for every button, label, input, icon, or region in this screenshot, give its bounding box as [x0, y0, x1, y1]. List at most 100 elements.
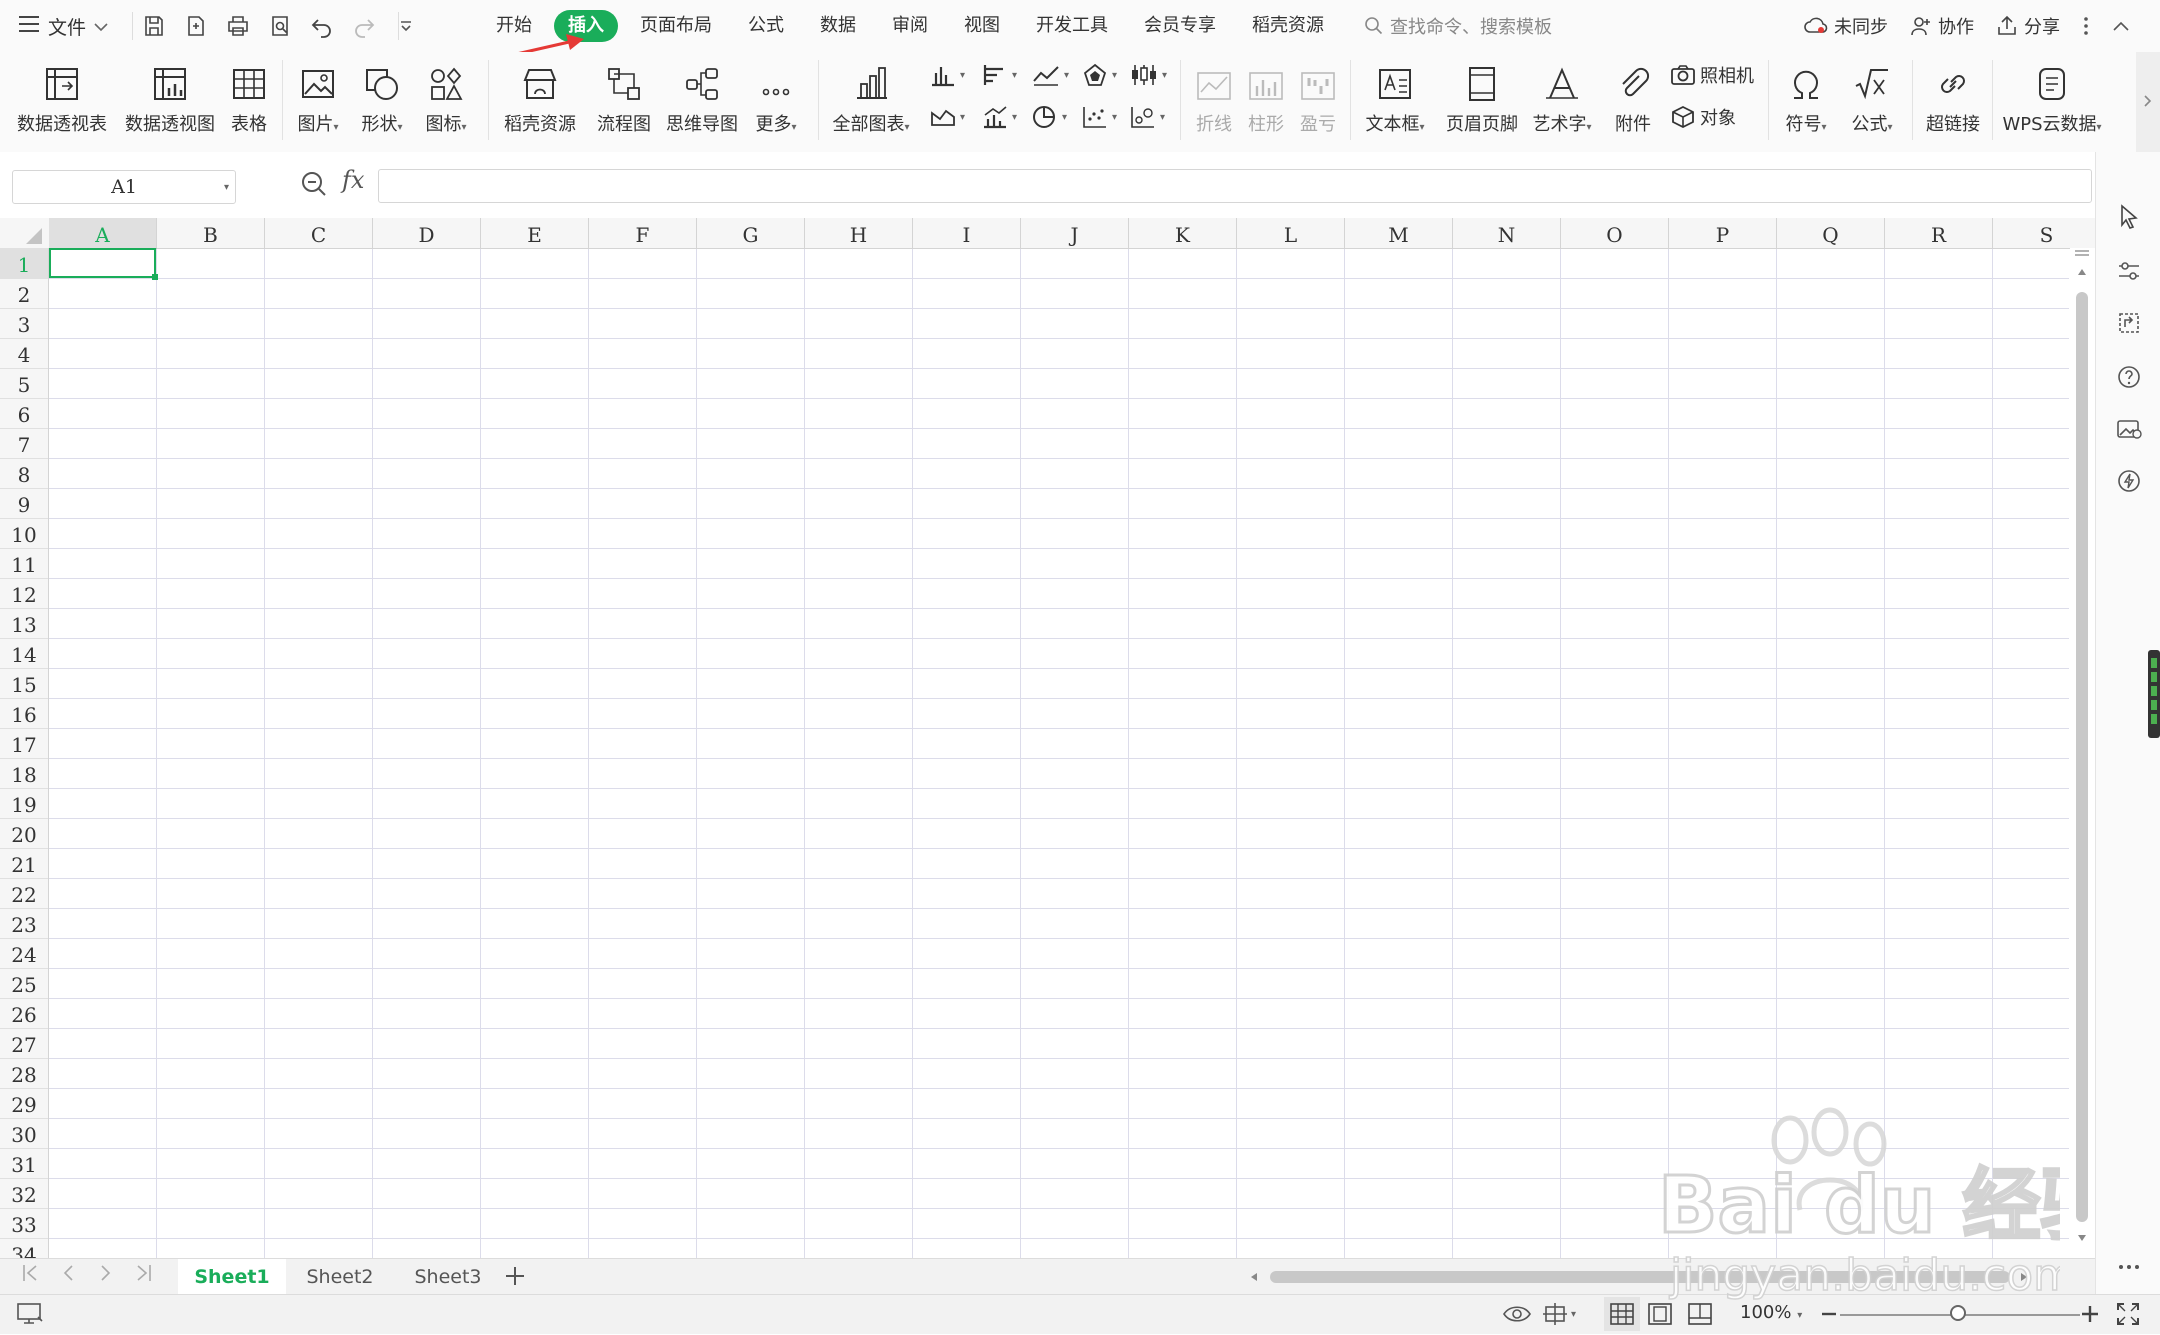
camera-button[interactable]: 照相机	[1670, 60, 1754, 90]
share-button[interactable]: 分享	[1996, 13, 2060, 39]
row-header-29[interactable]: 29	[0, 1088, 48, 1119]
zoom-in-button[interactable]	[2080, 1303, 2100, 1329]
name-box[interactable]: A1 ▾	[12, 170, 236, 204]
column-header-h[interactable]: H	[805, 218, 913, 248]
row-header-34[interactable]: 34	[0, 1238, 48, 1258]
normal-view-button[interactable]	[1604, 1297, 1640, 1331]
column-header-l[interactable]: L	[1237, 218, 1345, 248]
object-button[interactable]: 对象	[1670, 102, 1736, 132]
active-cell-selection[interactable]	[49, 248, 158, 280]
redo-button[interactable]	[350, 12, 378, 40]
inspiration-button[interactable]	[2114, 466, 2144, 496]
row-header-4[interactable]: 4	[0, 338, 48, 369]
formula-input[interactable]	[378, 169, 2092, 203]
properties-button[interactable]	[2114, 256, 2144, 286]
row-header-21[interactable]: 21	[0, 848, 48, 879]
side-resize-handle[interactable]	[2148, 650, 2160, 738]
row-header-20[interactable]: 20	[0, 818, 48, 849]
symbol-button[interactable]: 符号▾	[1776, 58, 1836, 142]
textbox-button[interactable]: 文本框▾	[1360, 58, 1430, 142]
row-header-24[interactable]: 24	[0, 938, 48, 969]
row-header-7[interactable]: 7	[0, 428, 48, 459]
column-header-d[interactable]: D	[373, 218, 481, 248]
pivot-chart-button[interactable]: 数据透视图	[122, 58, 218, 142]
print-button[interactable]	[224, 12, 252, 40]
eye-protection-button[interactable]	[1502, 1302, 1532, 1330]
column-header-m[interactable]: M	[1345, 218, 1453, 248]
export-pdf-button[interactable]	[182, 12, 210, 40]
area-chart-button[interactable]: ▾	[930, 102, 965, 132]
flowchart-button[interactable]: 流程图	[592, 58, 656, 142]
row-header-33[interactable]: 33	[0, 1208, 48, 1239]
column-header-c[interactable]: C	[265, 218, 373, 248]
tab-developer[interactable]: 开发工具	[1018, 10, 1126, 42]
row-header-12[interactable]: 12	[0, 578, 48, 609]
column-header-r[interactable]: R	[1885, 218, 1993, 248]
print-preview-button[interactable]	[266, 12, 294, 40]
all-charts-button[interactable]: 全部图表▾	[828, 58, 914, 142]
help-button[interactable]	[2114, 362, 2144, 392]
vertical-scrollbar[interactable]	[2070, 248, 2095, 1258]
wordart-button[interactable]: 艺术字▾	[1530, 58, 1594, 142]
column-header-j[interactable]: J	[1021, 218, 1129, 248]
row-header-15[interactable]: 15	[0, 668, 48, 699]
bubble-chart-button[interactable]: ▾	[1130, 102, 1165, 132]
row-header-1[interactable]: 1	[0, 248, 48, 279]
stock-chart-button[interactable]: ▾	[1130, 60, 1167, 90]
row-header-10[interactable]: 10	[0, 518, 48, 549]
row-header-18[interactable]: 18	[0, 758, 48, 789]
more-insert-button[interactable]: 更多▾	[748, 58, 804, 142]
zoom-out-button[interactable]	[1820, 1303, 1838, 1329]
mindmap-button[interactable]: 思维导图	[664, 58, 740, 142]
first-sheet-button[interactable]	[22, 1263, 38, 1289]
row-header-17[interactable]: 17	[0, 728, 48, 759]
row-header-26[interactable]: 26	[0, 998, 48, 1029]
column-header-k[interactable]: K	[1129, 218, 1237, 248]
row-header-11[interactable]: 11	[0, 548, 48, 579]
sheet-tab-sheet2[interactable]: Sheet2	[286, 1259, 394, 1295]
radar-chart-button[interactable]: ▾	[1082, 60, 1117, 90]
sparkline-winloss-button[interactable]: 盈亏	[1294, 58, 1342, 142]
save-button[interactable]	[140, 12, 168, 40]
column-chart-button[interactable]: ▾	[930, 60, 965, 90]
combo-chart-button[interactable]: ▾	[982, 102, 1017, 132]
gallery-button[interactable]	[2114, 414, 2144, 444]
tab-docer[interactable]: 稻壳资源	[1234, 10, 1342, 42]
add-sheet-button[interactable]	[504, 1259, 526, 1295]
row-header-2[interactable]: 2	[0, 278, 48, 309]
page-layout-view-button[interactable]	[1648, 1303, 1672, 1329]
tab-formulas[interactable]: 公式	[730, 10, 802, 42]
zoom-level-dropdown[interactable]: 100% ▾	[1740, 1302, 1802, 1323]
pivot-table-button[interactable]: 数据透视表	[14, 58, 110, 142]
column-header-g[interactable]: G	[697, 218, 805, 248]
row-header-6[interactable]: 6	[0, 398, 48, 429]
tab-view[interactable]: 视图	[946, 10, 1018, 42]
row-header-32[interactable]: 32	[0, 1178, 48, 1209]
column-header-n[interactable]: N	[1453, 218, 1561, 248]
row-header-22[interactable]: 22	[0, 878, 48, 909]
row-header-28[interactable]: 28	[0, 1058, 48, 1089]
column-header-o[interactable]: O	[1561, 218, 1669, 248]
previous-sheet-button[interactable]	[62, 1263, 74, 1289]
vertical-scroll-thumb[interactable]	[2076, 292, 2088, 1222]
column-header-s[interactable]: S	[1993, 218, 2095, 248]
row-header-14[interactable]: 14	[0, 638, 48, 669]
ribbon-scroll-right-button[interactable]	[2136, 52, 2160, 152]
column-header-i[interactable]: I	[913, 218, 1021, 248]
select-all-button[interactable]	[0, 218, 48, 248]
attachment-button[interactable]: 附件	[1608, 58, 1658, 142]
sparkline-column-button[interactable]: 柱形	[1242, 58, 1290, 142]
scatter-chart-button[interactable]: ▾	[1082, 102, 1117, 132]
column-header-p[interactable]: P	[1669, 218, 1777, 248]
insert-function-button[interactable]: fx	[342, 166, 364, 194]
icon-library-button[interactable]: 图标▾	[418, 58, 474, 142]
bar-chart-button[interactable]: ▾	[982, 60, 1017, 90]
macro-status-button[interactable]	[16, 1301, 44, 1331]
row-header-19[interactable]: 19	[0, 788, 48, 819]
row-header-5[interactable]: 5	[0, 368, 48, 399]
row-header-8[interactable]: 8	[0, 458, 48, 489]
picture-button[interactable]: 图片▾	[290, 58, 346, 142]
fullscreen-button[interactable]	[2116, 1302, 2140, 1330]
file-menu[interactable]: 文件	[18, 10, 108, 42]
column-header-f[interactable]: F	[589, 218, 697, 248]
